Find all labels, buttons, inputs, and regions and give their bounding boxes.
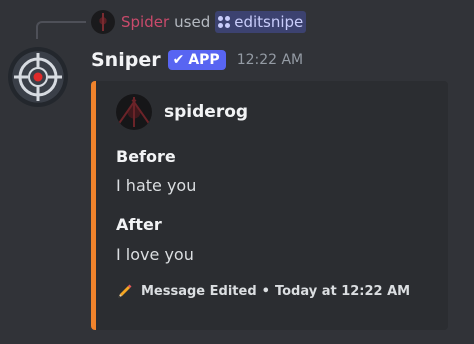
embed-card: spiderog Before I hate you After I love … (91, 81, 448, 330)
chat-message: Spider used editsnipe Sniper ✔ APP 12:22… (0, 0, 474, 344)
crosshair-icon (14, 53, 62, 101)
invoker-name[interactable]: Spider (121, 13, 169, 31)
footer-text: Message Edited (141, 283, 257, 299)
message-timestamp[interactable]: 12:22 AM (237, 52, 303, 68)
embed-author: spiderog (116, 94, 248, 130)
app-badge-label: APP (188, 52, 220, 68)
embed-author-name: spiderog (164, 102, 249, 122)
bot-username[interactable]: Sniper (91, 49, 161, 71)
command-interaction: Spider used editsnipe (91, 10, 307, 34)
checkmark-icon: ✔ (172, 52, 185, 68)
message-header: Sniper ✔ APP 12:22 AM (91, 46, 303, 74)
spider-leg (102, 13, 104, 31)
invoker-avatar[interactable] (91, 10, 115, 34)
sniper-avatar[interactable] (8, 47, 68, 107)
field-before-name: Before (116, 147, 176, 166)
interaction-verb: used (174, 13, 211, 31)
footer-separator: • (261, 283, 270, 299)
field-before-value: I hate you (116, 176, 197, 195)
command-name: editsnipe (234, 13, 304, 31)
footer-time: Today at 12:22 AM (274, 283, 411, 299)
command-chip[interactable]: editsnipe (215, 11, 307, 33)
embed-author-avatar (116, 94, 152, 130)
embed-footer: Message Edited • Today at 12:22 AM (116, 282, 410, 300)
slash-command-icon (218, 16, 231, 28)
field-after-name: After (116, 215, 162, 234)
app-badge: ✔ APP (167, 50, 226, 70)
reply-spine (36, 21, 86, 39)
pencil-icon (118, 284, 132, 298)
field-after-value: I love you (116, 245, 194, 264)
